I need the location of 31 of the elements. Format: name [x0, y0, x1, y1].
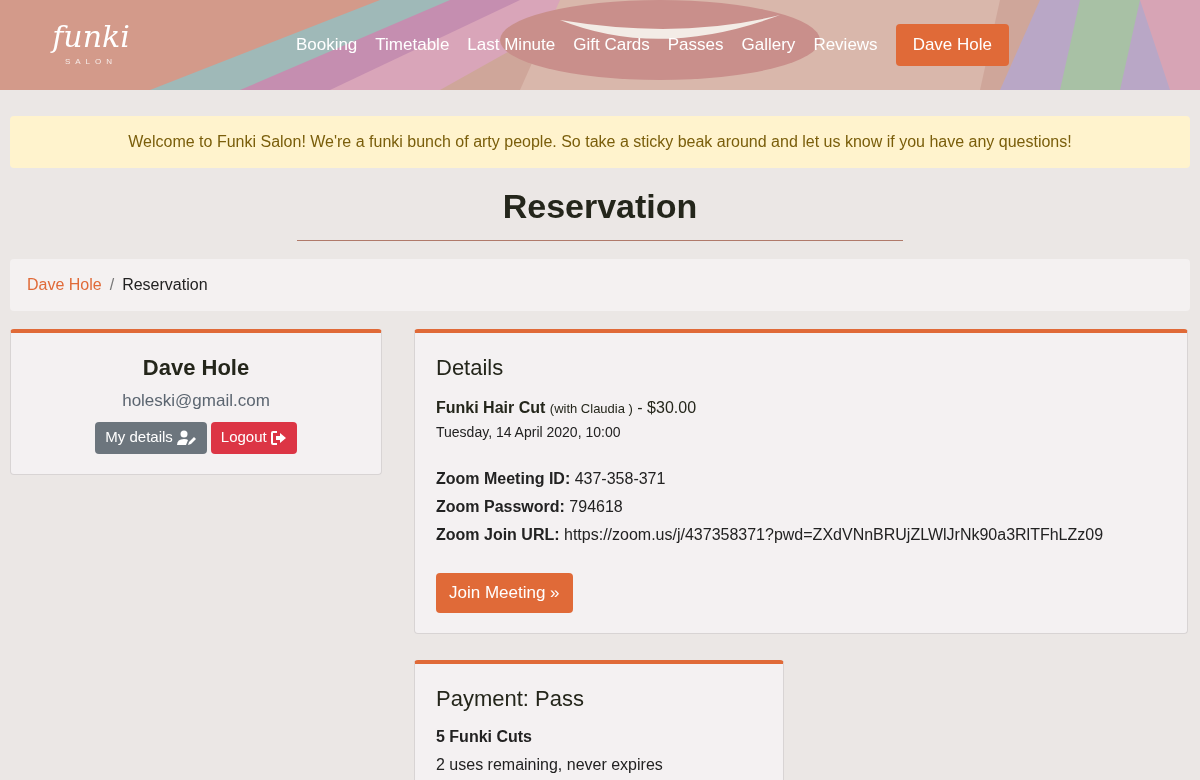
- breadcrumb-current: Reservation: [122, 275, 208, 295]
- zoom-info-line: Zoom Join URL: https://zoom.us/j/437358371?pwd=ZXdVNnBRUjZLWlJrNk90a3RlTFhLZz09: [436, 525, 1104, 545]
- my-details-button[interactable]: My details: [95, 421, 207, 454]
- logo-tagline: SALON: [64, 56, 118, 68]
- account-button[interactable]: Dave Hole: [895, 24, 1009, 66]
- breadcrumb-link[interactable]: Dave Hole: [27, 273, 102, 297]
- pass-name: 5 Funki Cuts: [436, 727, 532, 747]
- appointment-date: Tuesday, 14 April 2020, 10:00: [436, 423, 621, 442]
- nav-link[interactable]: Passes: [667, 32, 724, 58]
- nav-link[interactable]: Gift Cards: [573, 32, 650, 58]
- profile-email: holeski@gmail.com: [122, 390, 270, 412]
- service-text: Funki Hair Cut (with Claudia ) - $30.00: [436, 398, 697, 418]
- nav-link[interactable]: Booking: [295, 32, 358, 58]
- profile-name: Dave Hole: [142, 354, 250, 382]
- nav-link[interactable]: Reviews: [813, 32, 878, 58]
- welcome-alert: Welcome to Funki Salon! We're a funki bunch of arty people. So take a sticky beak around and let us know if you have any questions!: [10, 116, 1190, 168]
- user-edit-icon: [176, 429, 197, 446]
- zoom-info-line: Zoom Meeting ID: 437-358-371: [436, 469, 666, 489]
- card-title: Payment: Pass: [436, 685, 584, 713]
- sign-out-icon: [270, 430, 287, 445]
- nav-link[interactable]: Gallery: [741, 32, 796, 58]
- page-title: Reservation: [502, 186, 698, 227]
- pass-note: 2 uses remaining, never expires: [436, 755, 663, 775]
- card-title: Details: [436, 354, 504, 382]
- join-meeting-button[interactable]: Join Meeting »: [436, 573, 573, 613]
- nav-link[interactable]: Timetable: [375, 32, 450, 58]
- logo[interactable]: funki: [52, 22, 130, 52]
- breadcrumb-separator: /: [109, 275, 115, 295]
- zoom-info-line: Zoom Password: 794618: [436, 497, 623, 517]
- logout-button[interactable]: Logout: [210, 421, 297, 454]
- nav-link[interactable]: Last Minute: [467, 32, 556, 58]
